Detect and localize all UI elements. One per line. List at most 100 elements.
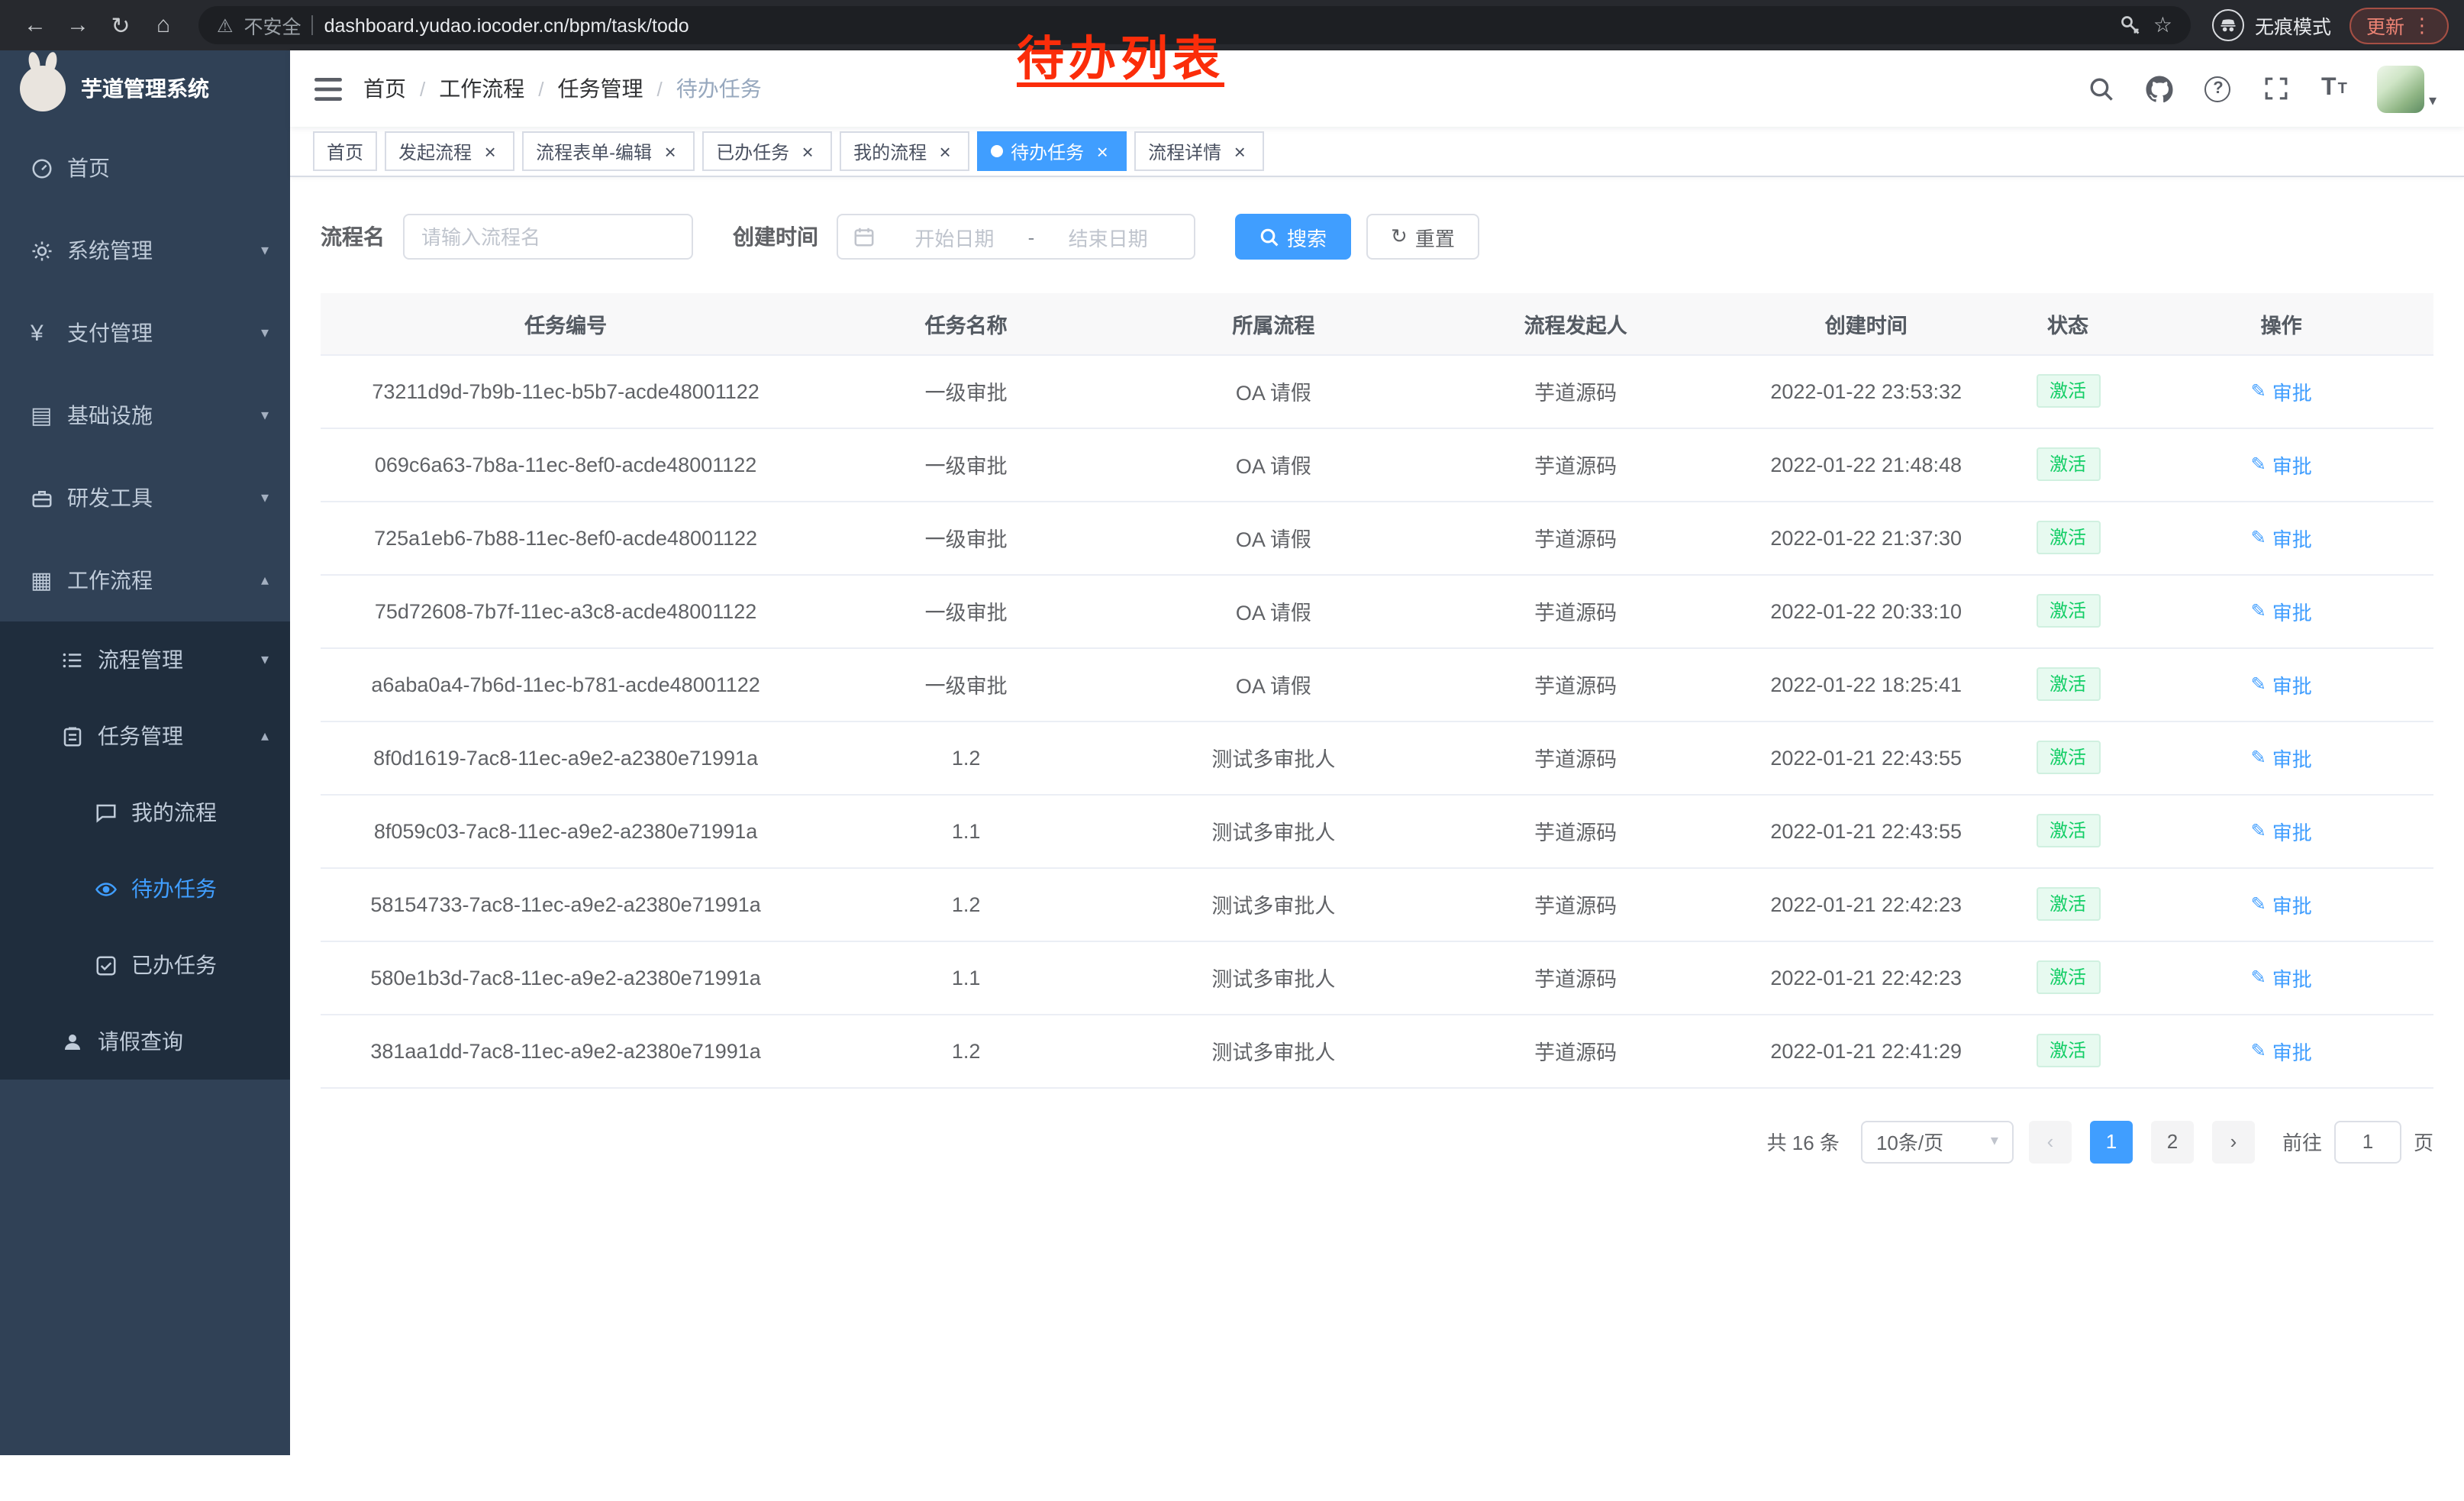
user-avatar[interactable]: ▾	[2377, 65, 2437, 112]
approve-button[interactable]: ✎审批	[2251, 963, 2312, 992]
sidebar-toggle-icon[interactable]	[314, 77, 342, 100]
process-name-input[interactable]	[403, 214, 693, 260]
approve-button[interactable]: ✎审批	[2251, 743, 2312, 772]
approve-button[interactable]: ✎审批	[2251, 670, 2312, 699]
cell-starter: 芋道源码	[1426, 794, 1726, 867]
password-key-icon[interactable]	[2120, 14, 2143, 37]
breadcrumb-item[interactable]: 任务管理	[558, 73, 643, 104]
github-icon[interactable]	[2136, 64, 2185, 113]
browser-home-icon[interactable]: ⌂	[144, 5, 183, 45]
cell-action: ✎审批	[2129, 867, 2433, 941]
sidebar-item-task-management[interactable]: 任务管理 ▴	[0, 698, 290, 774]
close-icon[interactable]: ×	[660, 140, 681, 162]
tab-label: 流程表单-编辑	[536, 138, 652, 164]
sidebar-item-devtools[interactable]: 研发工具 ▾	[0, 457, 290, 539]
browser-refresh-icon[interactable]: ↻	[101, 5, 140, 45]
approve-button[interactable]: ✎审批	[2251, 889, 2312, 918]
breadcrumb-item[interactable]: 首页	[363, 73, 406, 104]
menu-label: 系统管理	[67, 235, 255, 266]
browser-back-icon[interactable]: ←	[15, 5, 55, 45]
date-range-picker[interactable]: 开始日期 - 结束日期	[837, 214, 1195, 260]
cell-status: 激活	[2007, 354, 2130, 428]
gear-icon	[31, 239, 67, 262]
edit-icon: ✎	[2251, 820, 2266, 841]
approve-button[interactable]: ✎审批	[2251, 376, 2312, 405]
approve-label: 审批	[2272, 450, 2312, 479]
cell-process: OA 请假	[1121, 428, 1426, 501]
tab-todo-tasks[interactable]: 待办任务 ×	[977, 131, 1127, 171]
tab-process-form-edit[interactable]: 流程表单-编辑 ×	[522, 131, 695, 171]
sidebar-item-payment[interactable]: ¥ 支付管理 ▾	[0, 292, 290, 374]
search-button[interactable]: 搜索	[1235, 214, 1351, 260]
bookmark-star-icon[interactable]: ☆	[2153, 12, 2172, 38]
approve-button[interactable]: ✎审批	[2251, 816, 2312, 845]
breadcrumb: 首页 / 工作流程 / 任务管理 / 待办任务	[363, 73, 762, 104]
sidebar-item-process-management[interactable]: 流程管理 ▾	[0, 621, 290, 698]
sidebar-item-workflow[interactable]: ▦ 工作流程 ▴	[0, 539, 290, 621]
approve-button[interactable]: ✎审批	[2251, 596, 2312, 625]
approve-label: 审批	[2272, 889, 2312, 918]
chevron-down-icon: ▾	[261, 324, 269, 341]
close-icon[interactable]: ×	[1229, 140, 1250, 162]
page-size-select[interactable]: 10条/页 ▾	[1861, 1120, 2014, 1163]
col-create-time: 创建时间	[1726, 293, 2007, 354]
page-1-button[interactable]: 1	[2090, 1120, 2133, 1163]
tab-label: 待办任务	[1011, 138, 1084, 164]
table-row: a6aba0a4-7b6d-11ec-b781-acde48001122 一级审…	[321, 647, 2433, 721]
breadcrumb-separator: /	[657, 77, 663, 100]
next-page-button[interactable]: ›	[2212, 1120, 2255, 1163]
cell-task-name: 1.1	[811, 941, 1121, 1014]
approve-button[interactable]: ✎审批	[2251, 523, 2312, 552]
browser-menu-icon[interactable]: ⋮	[2412, 13, 2432, 37]
search-icon[interactable]	[2078, 64, 2127, 113]
person-icon	[61, 1030, 98, 1053]
close-icon[interactable]: ×	[797, 140, 818, 162]
cell-time: 2022-01-22 21:48:48	[1726, 428, 2007, 501]
chevron-down-icon: ▾	[261, 489, 269, 506]
cell-status: 激活	[2007, 794, 2130, 867]
approve-button[interactable]: ✎审批	[2251, 450, 2312, 479]
font-size-icon[interactable]: TT	[2310, 64, 2359, 113]
end-date-placeholder: 结束日期	[1037, 222, 1179, 251]
close-icon[interactable]: ×	[479, 140, 501, 162]
menu-label: 首页	[67, 153, 269, 183]
security-chip-label[interactable]: 不安全	[244, 11, 302, 40]
total-count: 共 16 条	[1767, 1127, 1840, 1156]
tab-home[interactable]: 首页	[313, 131, 377, 171]
cell-task-name: 一级审批	[811, 354, 1121, 428]
tab-done-tasks[interactable]: 已办任务 ×	[702, 131, 832, 171]
tab-process-detail[interactable]: 流程详情 ×	[1134, 131, 1264, 171]
close-icon[interactable]: ×	[934, 140, 956, 162]
top-navbar: 首页 / 工作流程 / 任务管理 / 待办任务 ?	[290, 50, 2464, 127]
reset-button[interactable]: ↻ 重置	[1366, 214, 1479, 260]
font-size-small: T	[2338, 80, 2347, 97]
close-icon[interactable]: ×	[1092, 140, 1113, 162]
sidebar-item-my-process[interactable]: 我的流程	[0, 774, 290, 851]
approve-button[interactable]: ✎审批	[2251, 1036, 2312, 1065]
cell-time: 2022-01-22 23:53:32	[1726, 354, 2007, 428]
sidebar-item-leave-query[interactable]: 请假查询	[0, 1003, 290, 1080]
cell-task-id: 725a1eb6-7b88-11ec-8ef0-acde48001122	[321, 501, 811, 574]
prev-page-button[interactable]: ‹	[2029, 1120, 2072, 1163]
incognito-badge: 无痕模式	[2212, 9, 2331, 41]
goto-page-input[interactable]	[2334, 1120, 2401, 1163]
sidebar-item-system[interactable]: 系统管理 ▾	[0, 209, 290, 292]
sidebar-item-infrastructure[interactable]: ▤ 基础设施 ▾	[0, 374, 290, 457]
sidebar-item-home[interactable]: 首页	[0, 127, 290, 209]
tab-label: 发起流程	[398, 138, 472, 164]
cell-starter: 芋道源码	[1426, 501, 1726, 574]
tab-my-process[interactable]: 我的流程 ×	[840, 131, 969, 171]
page-content: 流程名 创建时间 开始日期 - 结束日期	[290, 177, 2464, 1501]
cell-task-name: 1.1	[811, 794, 1121, 867]
app-window: 芋道管理系统 首页 系统管理 ▾ ¥ 支付	[0, 50, 2464, 1501]
breadcrumb-item[interactable]: 工作流程	[439, 73, 524, 104]
browser-update-button[interactable]: 更新 ⋮	[2350, 7, 2449, 44]
browser-forward-icon[interactable]: →	[58, 5, 98, 45]
help-icon[interactable]: ?	[2194, 64, 2243, 113]
tab-start-process[interactable]: 发起流程 ×	[385, 131, 514, 171]
fullscreen-icon[interactable]	[2252, 64, 2301, 113]
cell-time: 2022-01-22 20:33:10	[1726, 574, 2007, 647]
sidebar-item-todo-tasks[interactable]: 待办任务	[0, 851, 290, 927]
sidebar-item-done-tasks[interactable]: 已办任务	[0, 927, 290, 1003]
page-2-button[interactable]: 2	[2151, 1120, 2194, 1163]
